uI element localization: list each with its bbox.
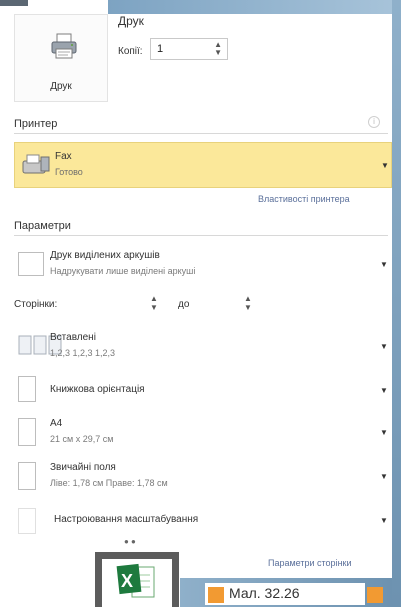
paper-size-icon <box>18 418 36 446</box>
orientation-label: Книжкова орієнтація <box>50 384 145 395</box>
page-setup-link[interactable]: Параметри сторінки <box>268 558 352 568</box>
collation-label: Вставлені <box>50 332 96 343</box>
print-what-label: Друк виділених аркушів <box>50 250 160 261</box>
sheets-icon <box>18 252 44 276</box>
printer-name: Fax <box>55 151 72 162</box>
portrait-page-icon <box>18 376 36 402</box>
paper-size-dimensions: 21 см x 29,7 см <box>50 434 114 444</box>
chevron-down-icon: ▼ <box>380 386 388 395</box>
printer-icon <box>51 33 77 59</box>
margins-label: Звичайні поля <box>50 462 116 473</box>
margins-select[interactable]: Звичайні поля Ліве: 1,78 см Праве: 1,78 … <box>14 456 392 498</box>
printer-properties-link[interactable]: Властивості принтера <box>258 194 350 204</box>
print-what-description: Надрукувати лише виділені аркуші <box>50 266 196 276</box>
caption-marker-left <box>208 587 224 603</box>
pages-from-spinner-icon[interactable]: ▲ ▼ <box>138 294 170 312</box>
copies-spinner-icon[interactable]: ▲ ▼ <box>214 41 222 57</box>
chevron-down-icon: ▼ <box>380 516 388 525</box>
excel-icon: X <box>116 563 155 598</box>
settings-section-title: Параметри <box>14 220 388 236</box>
collation-sequence: 1,2,3 1,2,3 1,2,3 <box>50 348 116 358</box>
print-button-label: Друк <box>50 81 72 92</box>
figure-caption: Мал. 32.26 <box>229 585 300 601</box>
printer-section-title: Принтер <box>14 118 388 134</box>
overlay-dots: ● ● <box>124 537 136 546</box>
right-window-edge <box>392 0 401 607</box>
print-button[interactable]: Друк <box>14 14 108 102</box>
top-window-edge <box>108 0 401 14</box>
paper-size-label: A4 <box>50 418 63 429</box>
print-what-select[interactable]: Друк виділених аркушів Надрукувати лише … <box>14 244 392 286</box>
margins-icon <box>18 462 36 490</box>
pages-label: Сторінки: <box>14 299 58 310</box>
chevron-down-icon: ▼ <box>380 472 388 481</box>
copies-value: 1 <box>157 43 164 55</box>
chevron-down-icon: ▼ <box>380 342 388 351</box>
collation-select[interactable]: Вставлені 1,2,3 1,2,3 1,2,3 ▼ <box>14 326 392 368</box>
orientation-select[interactable]: Книжкова орієнтація ▼ <box>14 372 392 408</box>
caption-marker-right <box>367 587 383 603</box>
excel-logo: X <box>95 552 179 607</box>
copies-label: Копії: <box>118 46 143 57</box>
margins-values: Ліве: 1,78 см Праве: 1,78 см <box>50 478 168 488</box>
pages-to-spinner-icon[interactable]: ▲ ▼ <box>244 294 252 312</box>
scaling-select[interactable]: Настроювання масштабування ▼ <box>14 504 392 538</box>
pages-to-input[interactable] <box>200 294 262 312</box>
pages-to-label: до <box>178 299 190 310</box>
scaling-icon <box>18 508 36 534</box>
top-left-edge <box>0 0 28 6</box>
chevron-down-icon: ▼ <box>380 260 388 269</box>
printer-status: Готово <box>55 167 83 177</box>
info-icon[interactable]: i <box>368 116 380 128</box>
print-title: Друк <box>118 14 144 28</box>
scaling-label: Настроювання масштабування <box>54 514 199 525</box>
printer-select[interactable]: Fax Готово ▼ <box>14 142 392 188</box>
paper-size-select[interactable]: A4 21 см x 29,7 см ▼ <box>14 412 392 454</box>
chevron-down-icon: ▼ <box>380 428 388 437</box>
svg-text:X: X <box>121 571 133 591</box>
chevron-down-icon: ▼ <box>381 161 389 170</box>
copies-input[interactable]: 1 ▲ ▼ <box>150 38 228 60</box>
fax-icon <box>22 154 50 174</box>
